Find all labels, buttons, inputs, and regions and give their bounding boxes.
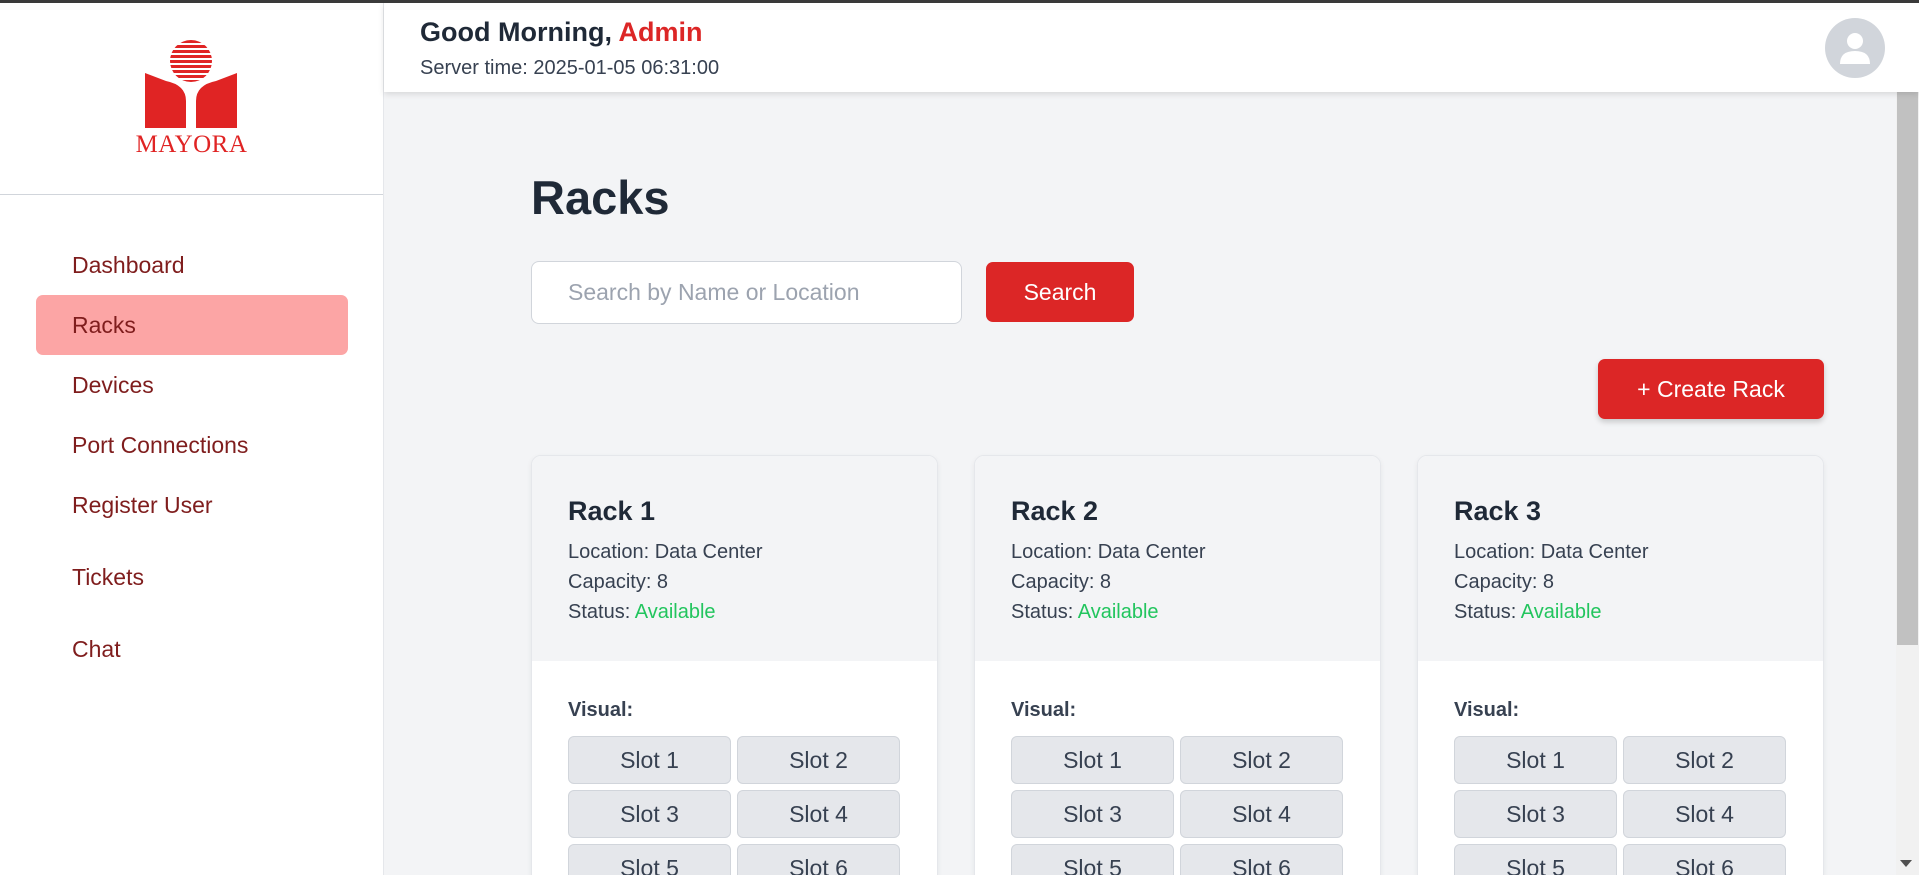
brand-name: MAYORA	[135, 130, 248, 158]
rack-slot[interactable]: Slot 1	[1011, 736, 1174, 784]
rack-capacity: Capacity: 8	[1454, 571, 1555, 593]
rack-slot[interactable]: Slot 4	[1180, 790, 1343, 838]
rack-card-body: Visual: Slot 1 Slot 2 Slot 3 Slot 4 Slot…	[975, 661, 1380, 875]
server-time: Server time: 2025-01-05 06:31:00	[420, 57, 720, 79]
rack-slot[interactable]: Slot 6	[1180, 844, 1343, 875]
rack-slot[interactable]: Slot 6	[737, 844, 900, 875]
rack-slot[interactable]: Slot 2	[1623, 736, 1786, 784]
logo-area: MAYORA	[0, 3, 383, 195]
mayora-logo-icon	[145, 39, 238, 128]
rack-location: Location: Data Center	[568, 541, 763, 563]
sidebar: MAYORA Dashboard Racks Devices Port Conn…	[0, 3, 384, 875]
rack-name: Rack 2	[1011, 496, 1099, 526]
rack-slot[interactable]: Slot 2	[1180, 736, 1343, 784]
rack-card-body: Visual: Slot 1 Slot 2 Slot 3 Slot 4 Slot…	[532, 661, 937, 875]
window-top-border	[0, 0, 1919, 3]
rack-card-header: Rack 3 Location: Data Center Capacity: 8…	[1418, 456, 1823, 661]
rack-slot[interactable]: Slot 5	[1454, 844, 1617, 875]
rack-status-value: Available	[634, 601, 716, 623]
rack-location: Location: Data Center	[1454, 541, 1649, 563]
slot-grid: Slot 1 Slot 2 Slot 3 Slot 4 Slot 5 Slot …	[1454, 736, 1787, 875]
sidebar-item-chat[interactable]: Chat	[36, 619, 348, 679]
rack-slot[interactable]: Slot 2	[737, 736, 900, 784]
rack-status: Status: Available	[568, 597, 901, 627]
rack-capacity: Capacity: 8	[1011, 571, 1112, 593]
top-header: Good Morning, Admin Server time: 2025-01…	[384, 3, 1919, 92]
brand-logo[interactable]: MAYORA	[136, 39, 248, 159]
rack-status-value: Available	[1520, 601, 1602, 623]
rack-status-label: Status:	[1011, 601, 1074, 623]
sidebar-nav: Dashboard Racks Devices Port Connections…	[36, 235, 348, 679]
user-icon	[1840, 33, 1870, 64]
rack-card-body: Visual: Slot 1 Slot 2 Slot 3 Slot 4 Slot…	[1418, 661, 1823, 875]
rack-card: Rack 3 Location: Data Center Capacity: 8…	[1417, 455, 1824, 875]
rack-slot[interactable]: Slot 3	[1011, 790, 1174, 838]
rack-slot[interactable]: Slot 4	[737, 790, 900, 838]
visual-label: Visual:	[568, 699, 634, 721]
rack-card: Rack 2 Location: Data Center Capacity: 8…	[974, 455, 1381, 875]
rack-name: Rack 3	[1454, 496, 1542, 526]
rack-slot[interactable]: Slot 5	[1011, 844, 1174, 875]
search-button[interactable]: Search	[986, 262, 1134, 322]
create-rack-button[interactable]: + Create Rack	[1598, 359, 1824, 419]
rack-slot[interactable]: Slot 1	[568, 736, 731, 784]
rack-name: Rack 1	[568, 496, 656, 526]
rack-card: Rack 1 Location: Data Center Capacity: 8…	[531, 455, 938, 875]
rack-capacity: Capacity: 8	[568, 571, 669, 593]
rack-status: Status: Available	[1454, 597, 1787, 627]
sidebar-item-racks[interactable]: Racks	[36, 295, 348, 355]
sidebar-item-devices[interactable]: Devices	[36, 355, 348, 415]
rack-status-label: Status:	[568, 601, 631, 623]
sidebar-item-port-connections[interactable]: Port Connections	[36, 415, 348, 475]
scrollbar-thumb[interactable]	[1897, 92, 1918, 645]
slot-grid: Slot 1 Slot 2 Slot 3 Slot 4 Slot 5 Slot …	[1011, 736, 1344, 875]
slot-grid: Slot 1 Slot 2 Slot 3 Slot 4 Slot 5 Slot …	[568, 736, 901, 875]
rack-status-value: Available	[1077, 601, 1159, 623]
rack-slot[interactable]: Slot 5	[568, 844, 731, 875]
greeting-user: Admin	[618, 17, 703, 47]
greeting-text: Good Morning,	[420, 17, 612, 47]
visual-label: Visual:	[1011, 699, 1077, 721]
rack-status: Status: Available	[1011, 597, 1344, 627]
sidebar-item-dashboard[interactable]: Dashboard	[36, 235, 348, 295]
rack-card-header: Rack 2 Location: Data Center Capacity: 8…	[975, 456, 1380, 661]
rack-card-header: Rack 1 Location: Data Center Capacity: 8…	[532, 456, 937, 661]
rack-slot[interactable]: Slot 3	[1454, 790, 1617, 838]
scroll-down-arrow-icon[interactable]	[1900, 860, 1912, 867]
rack-slot[interactable]: Slot 3	[568, 790, 731, 838]
rack-location: Location: Data Center	[1011, 541, 1206, 563]
page-title: Racks	[531, 171, 670, 224]
rack-slot[interactable]: Slot 4	[1623, 790, 1786, 838]
greeting: Good Morning, Admin	[420, 17, 702, 48]
rack-status-label: Status:	[1454, 601, 1517, 623]
avatar[interactable]	[1825, 18, 1885, 78]
visual-label: Visual:	[1454, 699, 1520, 721]
rack-slot[interactable]: Slot 6	[1623, 844, 1786, 875]
sidebar-item-tickets[interactable]: Tickets	[36, 547, 348, 607]
search-input[interactable]	[531, 261, 962, 324]
sidebar-item-register-user[interactable]: Register User	[36, 475, 348, 535]
rack-slot[interactable]: Slot 1	[1454, 736, 1617, 784]
